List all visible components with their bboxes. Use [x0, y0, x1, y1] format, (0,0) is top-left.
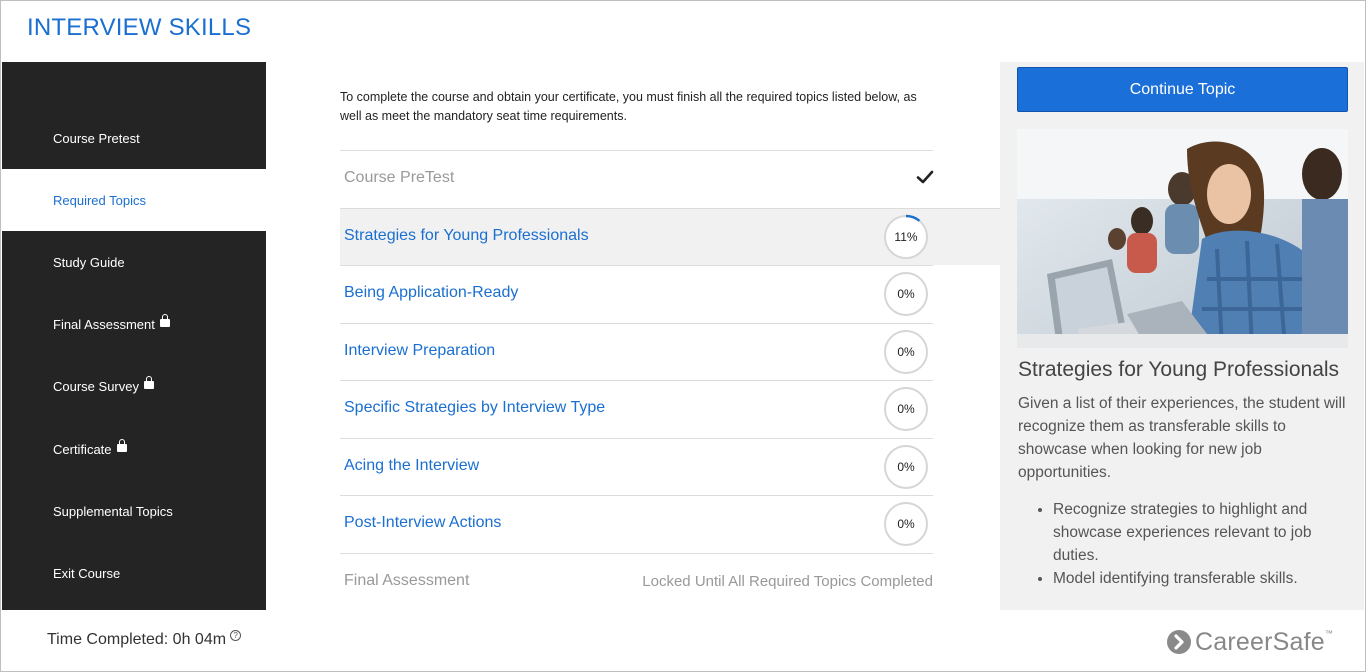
progress-text: 0% [897, 460, 915, 474]
progress-ring: 0% [883, 329, 929, 375]
topic-row-post-interview-actions[interactable]: Post-Interview Actions 0% [340, 495, 933, 552]
progress-text: 0% [897, 287, 915, 301]
help-icon[interactable]: ? [230, 630, 242, 641]
objectives-list: Recognize strategies to highlight and sh… [1018, 498, 1348, 590]
app-title: INTERVIEW SKILLS [27, 14, 252, 41]
continue-topic-button[interactable]: Continue Topic [1017, 67, 1348, 112]
progress-text: 0% [897, 345, 915, 359]
sidebar-item-label: Exit Course [53, 565, 121, 581]
progress-ring: 0% [883, 271, 929, 317]
topic-row-course-pretest: Course PreTest [340, 150, 934, 207]
careersafe-logo-icon [1167, 630, 1191, 654]
topic-link[interactable]: Being Application-Ready [344, 284, 518, 302]
topic-row-being-application-ready[interactable]: Being Application-Ready 0% [340, 265, 933, 322]
list-item: Recognize strategies to highlight and sh… [1053, 498, 1348, 567]
check-icon [916, 170, 934, 184]
progress-ring: 11% [883, 214, 929, 260]
lock-icon [159, 314, 170, 327]
progress-ring: 0% [883, 444, 929, 490]
sidebar-item-course-pretest[interactable]: Course Pretest [2, 107, 266, 169]
topic-label: Course PreTest [344, 169, 455, 186]
sidebar-item-supplemental-topics[interactable]: Supplemental Topics [2, 480, 266, 542]
sidebar-item-label: Supplemental Topics [53, 503, 173, 519]
topic-link[interactable]: Strategies for Young Professionals [344, 227, 589, 245]
list-item: Model identifying transferable skills. [1053, 567, 1348, 590]
sidebar-item-course-survey[interactable]: Course Survey [2, 355, 266, 417]
lock-icon [143, 376, 154, 389]
topic-row-final-assessment: Final Assessment Locked Until All Requir… [340, 553, 933, 610]
topic-row-acing-the-interview[interactable]: Acing the Interview 0% [340, 438, 933, 495]
sidebar-item-label: Final Assessment [53, 316, 155, 332]
time-completed: Time Completed: 0h 04m? [47, 630, 242, 649]
sidebar-item-required-topics[interactable]: Required Topics [2, 169, 266, 231]
careersafe-logo: CareerSafe ™ [1166, 627, 1333, 657]
sidebar-item-label: Course Survey [53, 378, 139, 394]
sidebar-item-label: Course Pretest [53, 130, 140, 146]
progress-ring: 0% [883, 386, 929, 432]
topic-detail-panel: Continue Topic Strategies for Young Prof… [1000, 62, 1364, 610]
sidebar-item-label: Certificate [53, 441, 112, 457]
topic-link[interactable]: Specific Strategies by Interview Type [344, 399, 605, 417]
progress-text: 0% [897, 517, 915, 531]
lock-icon [116, 439, 127, 452]
sidebar-item-exit-course[interactable]: Exit Course [2, 542, 266, 604]
sidebar-item-label: Study Guide [53, 254, 125, 270]
topic-link[interactable]: Interview Preparation [344, 342, 495, 360]
sidebar-item-label: Required Topics [53, 192, 146, 208]
logo-text: CareerSafe [1195, 627, 1325, 656]
topic-row-strategies-young-professionals[interactable]: Strategies for Young Professionals 11% [340, 208, 1000, 265]
topic-label: Final Assessment [344, 572, 470, 589]
locked-status-text: Locked Until All Required Topics Complet… [642, 573, 933, 590]
panel-topic-title: Strategies for Young Professionals [1018, 358, 1340, 381]
topic-link[interactable]: Acing the Interview [344, 457, 479, 475]
topic-link[interactable]: Post-Interview Actions [344, 514, 501, 532]
sidebar-item-certificate[interactable]: Certificate [2, 418, 266, 480]
logo-trademark: ™ [1324, 628, 1333, 638]
topic-row-interview-preparation[interactable]: Interview Preparation 0% [340, 323, 933, 380]
progress-text: 0% [897, 402, 915, 416]
topic-row-specific-strategies[interactable]: Specific Strategies by Interview Type 0% [340, 380, 933, 437]
progress-ring: 0% [883, 501, 929, 547]
time-completed-text: Time Completed: 0h 04m [47, 631, 227, 648]
panel-topic-description: Given a list of their experiences, the s… [1018, 395, 1346, 481]
progress-text: 11% [894, 230, 918, 244]
sidebar-item-final-assessment[interactable]: Final Assessment [2, 293, 266, 355]
intro-text: To complete the course and obtain your c… [340, 90, 917, 123]
sidebar-nav: Course Pretest Required Topics Study Gui… [2, 62, 266, 610]
sidebar-item-study-guide[interactable]: Study Guide [2, 231, 266, 293]
topic-image [1017, 129, 1348, 348]
